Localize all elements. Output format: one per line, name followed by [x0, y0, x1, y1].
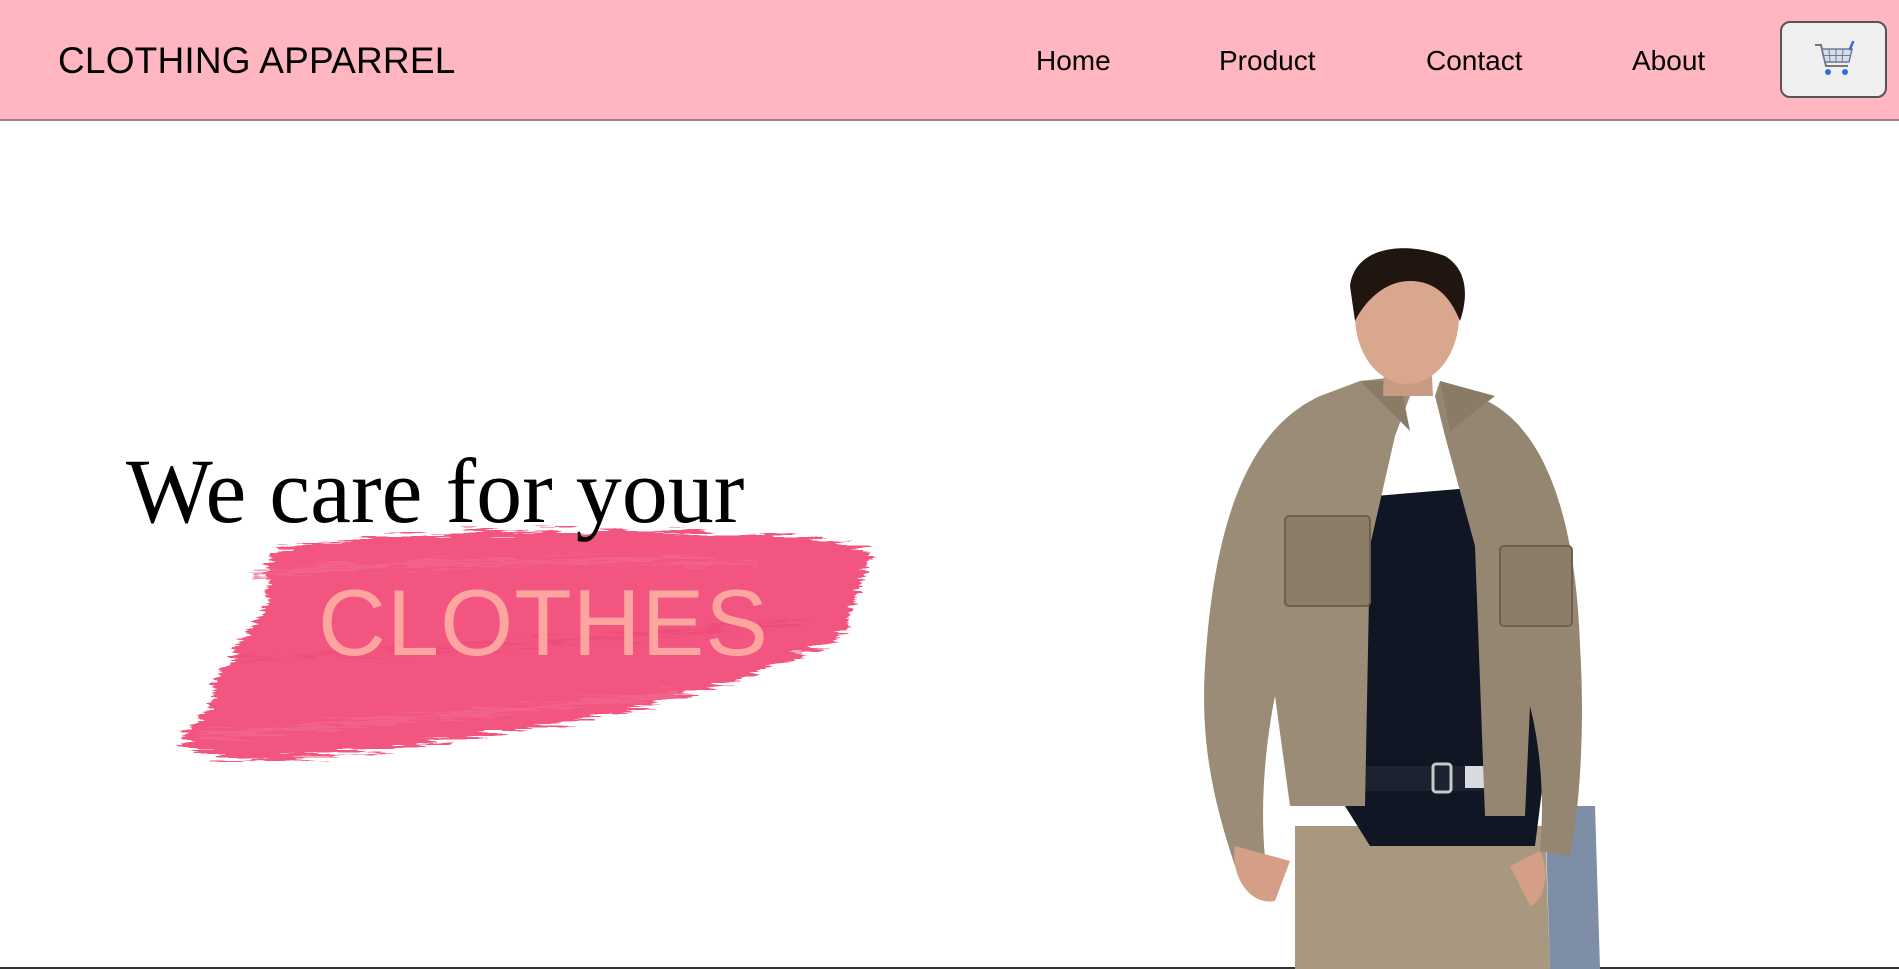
- trousers-shape: [1295, 826, 1550, 969]
- model-photo: [1204, 248, 1600, 969]
- hero-headline: We care for your: [126, 440, 745, 542]
- nav-link-contact[interactable]: Contact: [1426, 45, 1523, 77]
- nav-link-home[interactable]: Home: [1036, 45, 1111, 77]
- cart-button[interactable]: [1780, 21, 1887, 98]
- navbar: CLOTHING APPARREL Home Product Contact A…: [0, 0, 1899, 121]
- brand-logo[interactable]: CLOTHING APPARREL: [58, 40, 455, 82]
- nav-link-product[interactable]: Product: [1219, 45, 1316, 77]
- nav-link-about[interactable]: About: [1632, 45, 1705, 77]
- shopping-cart-icon: [1814, 40, 1854, 75]
- hero-highlight-word: CLOTHES: [318, 570, 769, 675]
